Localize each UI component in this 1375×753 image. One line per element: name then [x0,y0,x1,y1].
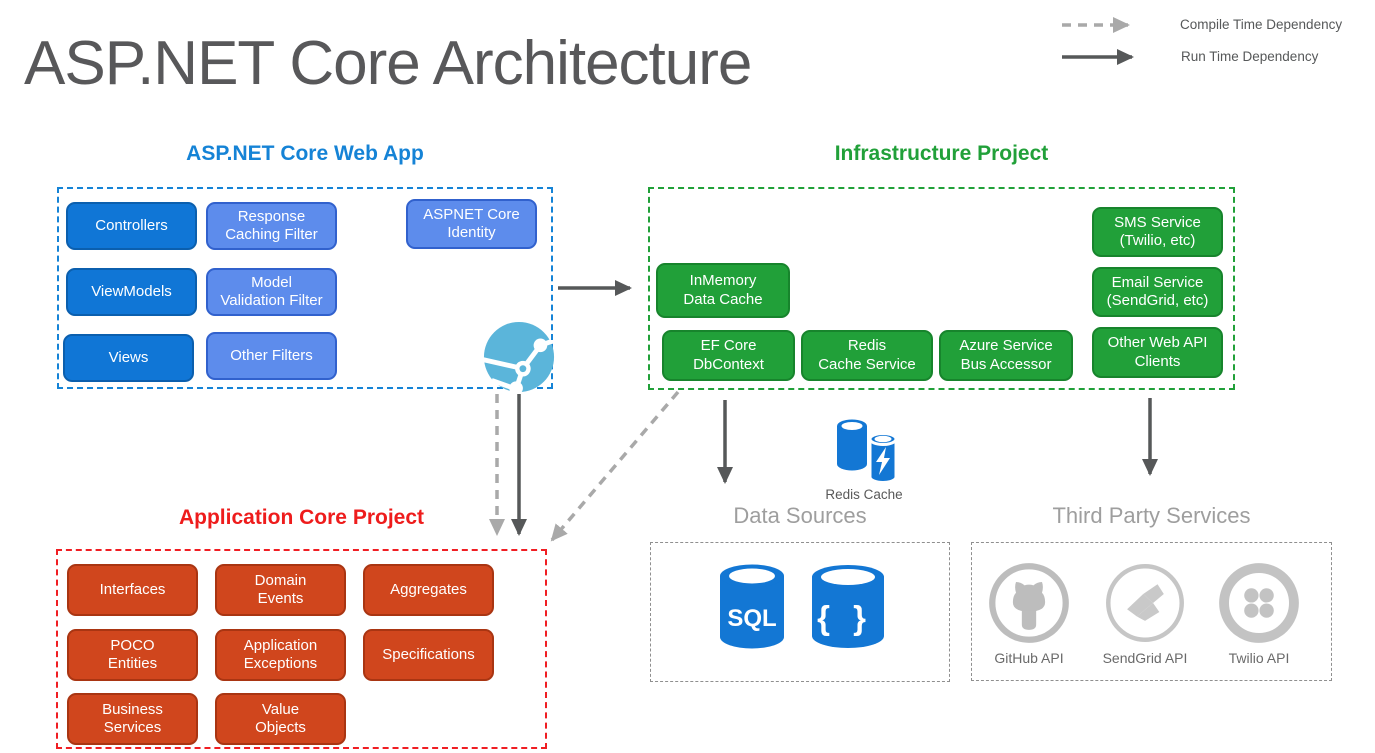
box-aspnet-core-identity: ASPNET Core Identity [406,199,537,249]
box-model-validation-filter: Model Validation Filter [206,268,337,316]
nosql-icon-text: { } [817,599,873,636]
box-other-web-api-clients: Other Web API Clients [1092,327,1223,378]
twilio-icon [1216,558,1302,648]
sendgrid-icon [1102,558,1188,648]
redis-cache-icon [834,415,896,487]
legend-runtime-label: Run Time Dependency [1181,49,1318,64]
legend-compile-label: Compile Time Dependency [1180,17,1342,32]
box-value-objects: Value Objects [215,693,346,745]
appcore-section-title: Application Core Project [56,506,547,530]
nosql-database-icon: { } [810,563,886,651]
github-icon [986,558,1072,648]
infrastructure-section-title: Infrastructure Project [648,142,1235,166]
aspnet-core-architecture-diagram: ASP.NET Core Architecture Compile Time D… [0,0,1375,753]
box-controllers: Controllers [66,202,197,250]
box-viewmodels: ViewModels [66,268,197,316]
box-interfaces: Interfaces [67,564,198,616]
box-inmemory-data-cache: InMemory Data Cache [656,263,790,318]
box-views: Views [63,334,194,382]
github-api-label: GitHub API [969,650,1089,666]
sql-icon-text: SQL [727,605,776,632]
box-aggregates: Aggregates [363,564,494,616]
twilio-api-label: Twilio API [1199,650,1319,666]
box-other-filters: Other Filters [206,332,337,380]
box-response-caching-filter: Response Caching Filter [206,202,337,250]
webapp-section-title: ASP.NET Core Web App [57,142,553,166]
box-poco-entities: POCO Entities [67,629,198,681]
box-sms-service: SMS Service (Twilio, etc) [1092,207,1223,257]
box-specifications: Specifications [363,629,494,681]
box-application-exceptions: Application Exceptions [215,629,346,681]
thirdparty-section-title: Third Party Services [971,503,1332,529]
dotnet-core-icon [482,320,556,394]
sendgrid-api-label: SendGrid API [1085,650,1205,666]
box-azure-service-bus-accessor: Azure Service Bus Accessor [939,330,1073,381]
page-title: ASP.NET Core Architecture [24,28,751,99]
box-ef-core-dbcontext: EF Core DbContext [662,330,795,381]
box-domain-events: Domain Events [215,564,346,616]
box-business-services: Business Services [67,693,198,745]
datasources-zone-border [650,542,950,682]
sql-database-icon: SQL [718,563,786,651]
box-redis-cache-service: Redis Cache Service [801,330,933,381]
box-email-service: Email Service (SendGrid, etc) [1092,267,1223,317]
redis-cache-label: Redis Cache [814,487,914,502]
datasources-section-title: Data Sources [650,503,950,529]
